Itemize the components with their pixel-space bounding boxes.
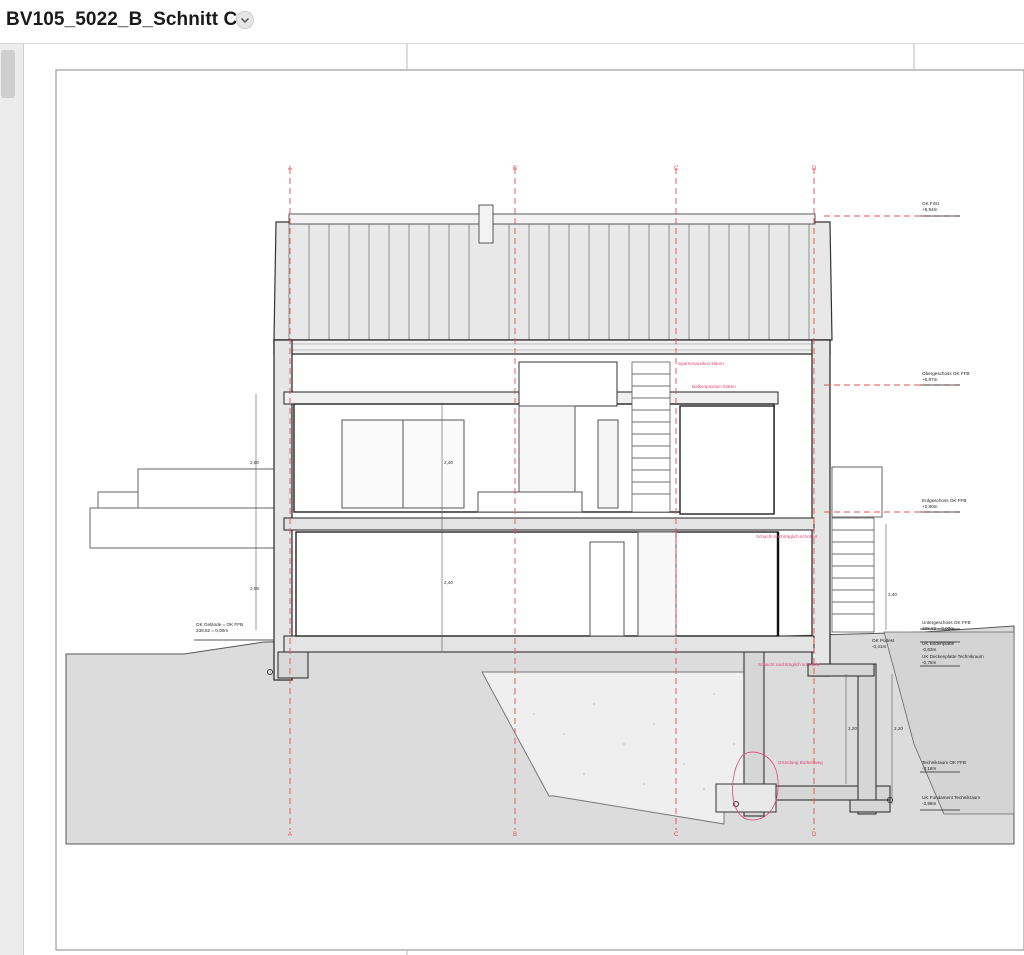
dim-tech-2: 2,20 <box>894 726 903 731</box>
axis-label-d-bottom: D <box>812 832 817 838</box>
stair-exterior <box>831 517 875 633</box>
level-okfirst-value: +8,94m <box>922 207 938 212</box>
neighbour-building-right <box>831 466 883 518</box>
level-ug-value: 238,62 = 0,00m <box>922 626 954 631</box>
note-sparren: Sparrenposition klären <box>678 361 724 366</box>
level-ukdp-value: -0,75m <box>922 660 936 665</box>
level-ukf-value: -3,98m <box>922 801 936 806</box>
dim-eg-height: 2,40 <box>444 580 453 585</box>
chevron-down-icon[interactable] <box>236 11 254 29</box>
dim-og-height: 2,40 <box>444 460 453 465</box>
section-drawing: A B C D A B C D OK First +8,94m Obergesc… <box>55 44 1024 955</box>
level-ukbp-value: -0,63m <box>922 647 936 652</box>
level-eg-name: Erdgeschoss OK FFB <box>922 498 966 503</box>
dim-stair: 3,40 <box>888 592 897 597</box>
level-ug-name: Untergeschoss OK FFB <box>922 620 971 625</box>
note-balkon: Balkonposition klären <box>692 384 736 389</box>
axis-label-c-bottom: C <box>674 832 679 838</box>
axis-label-d: D <box>812 166 817 172</box>
level-ukf-name: UK Fundament Technikraum <box>922 795 980 800</box>
sidebar-handle[interactable] <box>1 50 15 98</box>
level-og-value: +6,87m <box>922 377 938 382</box>
level-tr-name: Technikraum OK FFB <box>922 760 966 765</box>
drawing-canvas[interactable]: A B C D A B C D OK First +8,94m Obergesc… <box>24 44 1024 955</box>
roof <box>273 221 833 341</box>
dim-tech-1: 2,20 <box>848 726 857 731</box>
level-okfirst-name: OK First <box>922 201 940 206</box>
note-gruendung: Gründung Borkenweg <box>778 760 823 765</box>
title-bar: BV105_5022_B_Schnitt CC <box>0 0 1024 44</box>
axis-label-a-bottom: A <box>288 832 292 838</box>
dim-left-upper: 2,80 <box>250 460 259 465</box>
ground-level-name: OK Gelände = OK FFB <box>196 622 243 627</box>
level-ukbp-name: UK Bodenplatte <box>922 641 955 646</box>
document-title: BV105_5022_B_Schnitt CC <box>6 9 252 30</box>
ground-level-value: 238,62 = 0,00m <box>196 628 228 633</box>
level-og-name: Obergeschoss OK FFB <box>922 371 970 376</box>
wall-right <box>811 339 831 677</box>
note-schacht-1: Schacht nachträglich schotten <box>756 534 818 539</box>
axis-label-a: A <box>288 166 292 172</box>
chimney <box>478 204 494 244</box>
sidebar <box>0 44 24 955</box>
stair-upper <box>631 361 671 513</box>
dim-left-lower: 2,58 <box>250 586 259 591</box>
level-ukdp-name: UK Deckenplatte Technikraum <box>922 654 984 659</box>
level-eg-value: +2,80m <box>922 504 938 509</box>
level-podest-value: -0,41m <box>872 644 886 649</box>
axis-label-c: C <box>674 166 679 172</box>
level-podest-name: OK Podest <box>872 638 895 643</box>
wall-left <box>273 339 293 681</box>
neighbour-building-left <box>89 507 281 549</box>
axis-label-b-bottom: B <box>513 832 517 838</box>
note-schacht-2: Schacht nachträglich schotten <box>758 662 820 667</box>
axis-label-b: B <box>513 166 517 172</box>
level-tr-value: -3,18m <box>922 766 936 771</box>
